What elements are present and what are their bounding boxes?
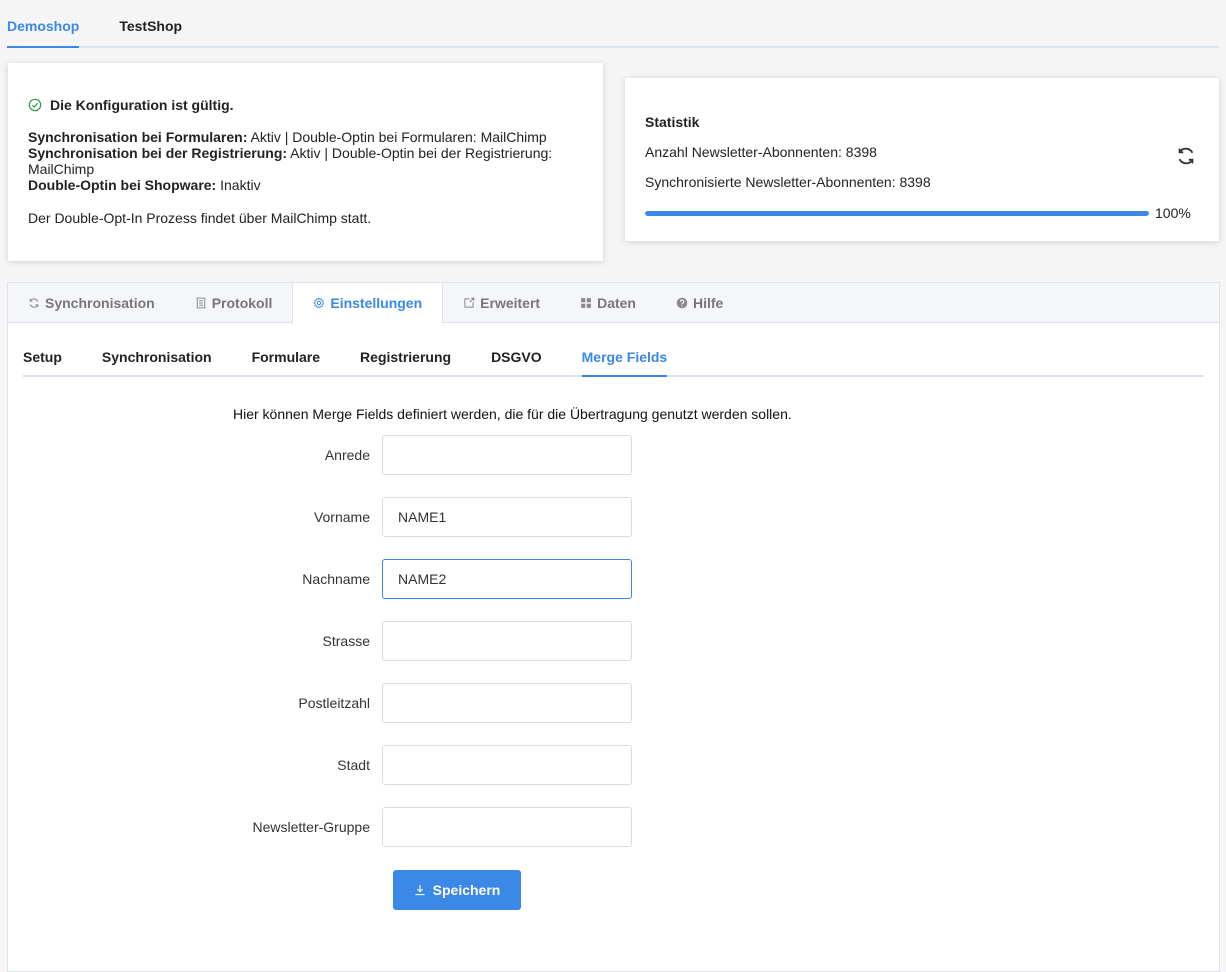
tab-protokoll[interactable]: Protokoll xyxy=(175,283,293,322)
config-note: Der Double-Opt-In Prozess findet über Ma… xyxy=(28,210,372,226)
save-button[interactable]: Speichern xyxy=(393,870,521,910)
config-status-text: Die Konfiguration ist gültig. xyxy=(50,97,234,113)
anrede-label: Anrede xyxy=(324,447,370,463)
check-circle-icon xyxy=(28,98,42,112)
shop-tab-testshop[interactable]: TestShop xyxy=(119,18,182,46)
tab-label: Daten xyxy=(597,294,636,311)
tab-hilfe[interactable]: Hilfe xyxy=(656,283,743,322)
download-icon xyxy=(415,885,425,896)
statistics-card: Statistik Anzahl Newsletter-Abonnenten: … xyxy=(625,78,1219,241)
strasse-input[interactable] xyxy=(382,621,632,661)
save-button-label: Speichern xyxy=(432,882,501,898)
progress-fill xyxy=(645,210,1149,216)
configuration-card: Die Konfiguration ist gültig. Synchronis… xyxy=(8,63,603,261)
form-row-nachname: Nachname xyxy=(8,559,648,599)
config-registration-label: Synchronisation bei der Registrierung: xyxy=(28,145,288,161)
tab-label: Hilfe xyxy=(692,294,724,311)
grid-icon xyxy=(581,297,591,308)
document-icon xyxy=(196,297,205,308)
statistics-title: Statistik xyxy=(645,114,700,130)
config-shopware-label: Double-Optin bei Shopware: xyxy=(28,177,217,193)
nachname-input[interactable] xyxy=(382,559,632,599)
form-row-anrede: Anrede xyxy=(8,435,648,475)
tab-erweitert[interactable]: Erweitert xyxy=(443,283,560,322)
main-panel: Synchronisation Protokoll Einstellungen … xyxy=(7,282,1220,972)
shop-tabs: Demoshop TestShop xyxy=(7,0,1219,48)
stadt-label: Stadt xyxy=(337,757,370,773)
progress-label: 100% xyxy=(1155,205,1191,221)
sync-icon xyxy=(29,297,39,308)
form-row-vorname: Vorname xyxy=(8,497,648,537)
sync-progress: 100% xyxy=(645,205,1191,221)
form-row-newsletter-gruppe: Newsletter-Gruppe xyxy=(8,807,648,847)
anrede-input[interactable] xyxy=(382,435,632,475)
newsletter-gruppe-input[interactable] xyxy=(382,807,632,847)
newsletter-gruppe-label: Newsletter-Gruppe xyxy=(252,819,371,835)
config-shopware-value: Inaktiv xyxy=(220,177,261,193)
nachname-label: Nachname xyxy=(302,571,370,587)
tab-label: Synchronisation xyxy=(45,294,155,311)
config-shopware-line: Double-Optin bei Shopware: Inaktiv xyxy=(28,177,583,193)
gear-icon xyxy=(313,297,325,309)
refresh-icon[interactable] xyxy=(1175,145,1197,167)
subscriber-count: Anzahl Newsletter-Abonnenten: 8398 xyxy=(645,144,877,160)
external-icon xyxy=(464,297,475,308)
postleitzahl-input[interactable] xyxy=(382,683,632,723)
subtab-dsgvo[interactable]: DSGVO xyxy=(491,349,542,375)
vorname-input[interactable] xyxy=(382,497,632,537)
form-row-strasse: Strasse xyxy=(8,621,648,661)
shop-tab-demoshop[interactable]: Demoshop xyxy=(7,18,80,48)
synced-count: Synchronisierte Newsletter-Abonnenten: 8… xyxy=(645,174,931,190)
tab-label: Erweitert xyxy=(480,294,541,311)
postleitzahl-label: Postleitzahl xyxy=(298,695,370,711)
stadt-input[interactable] xyxy=(382,745,632,785)
tab-label: Einstellungen xyxy=(330,295,423,311)
config-forms-value: Aktiv | Double-Optin bei Formularen: Mai… xyxy=(250,129,547,145)
subtab-setup[interactable]: Setup xyxy=(23,349,62,375)
settings-sub-tabs: Setup Synchronisation Formulare Registri… xyxy=(23,349,1204,377)
form-row-postleitzahl: Postleitzahl xyxy=(8,683,648,723)
vorname-label: Vorname xyxy=(313,509,370,525)
subtab-synchronisation[interactable]: Synchronisation xyxy=(102,349,212,375)
config-forms-line: Synchronisation bei Formularen: Aktiv | … xyxy=(28,129,583,145)
subtab-registrierung[interactable]: Registrierung xyxy=(360,349,451,375)
strasse-label: Strasse xyxy=(322,633,370,649)
tab-einstellungen[interactable]: Einstellungen xyxy=(292,283,444,323)
form-row-stadt: Stadt xyxy=(8,745,648,785)
config-status: Die Konfiguration ist gültig. xyxy=(28,97,583,113)
help-icon xyxy=(676,297,688,308)
tab-label: Protokoll xyxy=(211,294,273,311)
subtab-formulare[interactable]: Formulare xyxy=(252,349,320,375)
tab-synchronisation[interactable]: Synchronisation xyxy=(8,283,175,322)
config-forms-label: Synchronisation bei Formularen: xyxy=(28,129,248,145)
config-registration-line: Synchronisation bei der Registrierung: A… xyxy=(28,145,583,177)
main-tabs: Synchronisation Protokoll Einstellungen … xyxy=(8,283,1219,323)
tab-daten[interactable]: Daten xyxy=(560,283,656,322)
merge-fields-intro: Hier können Merge Fields definiert werde… xyxy=(233,406,792,422)
progress-track xyxy=(645,210,1149,216)
subtab-merge-fields[interactable]: Merge Fields xyxy=(581,349,667,377)
